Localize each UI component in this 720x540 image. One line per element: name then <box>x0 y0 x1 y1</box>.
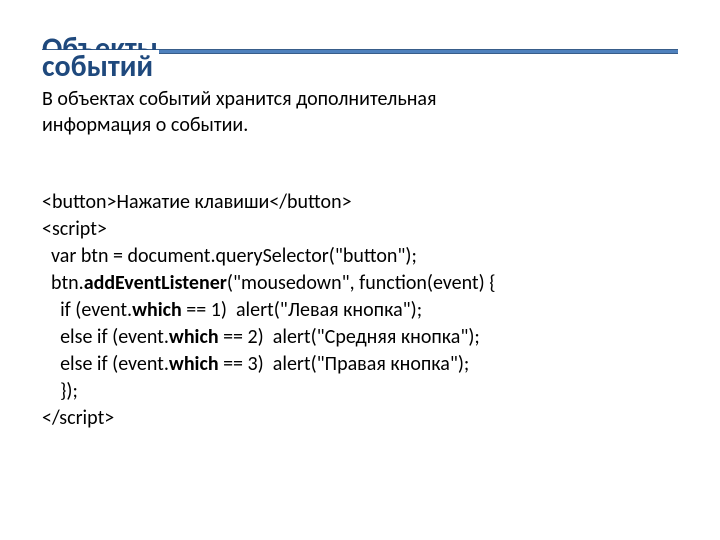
code-line-4: btn.addEventListener("mousedown", functi… <box>42 271 496 295</box>
code-line-8: }); <box>42 379 78 403</box>
code-line-5: if (event.which == 1) alert("Левая кнопк… <box>42 298 422 322</box>
title-line-2: событий <box>42 50 159 85</box>
code-block: <button>Нажатие клавиши</button> <script… <box>42 162 678 459</box>
intro-text-line-2: информация о событии. <box>42 112 678 138</box>
slide-title: Объекты событий <box>42 32 678 88</box>
slide: Объекты событий В объектах событий храни… <box>0 0 720 540</box>
code-line-7: else if (event.which == 3) alert("Правая… <box>42 352 469 376</box>
code-line-9: </script> <box>42 406 114 430</box>
slide-body: В объектах событий хранится дополнительн… <box>42 86 678 459</box>
code-line-6: else if (event.which == 2) alert("Средня… <box>42 325 480 349</box>
intro-text-line-1: В объектах событий хранится дополнительн… <box>42 86 678 112</box>
code-line-3: var btn = document.querySelector("button… <box>42 244 417 268</box>
code-line-1: <button>Нажатие клавиши</button> <box>42 190 352 214</box>
code-line-2: <script> <box>42 217 107 241</box>
